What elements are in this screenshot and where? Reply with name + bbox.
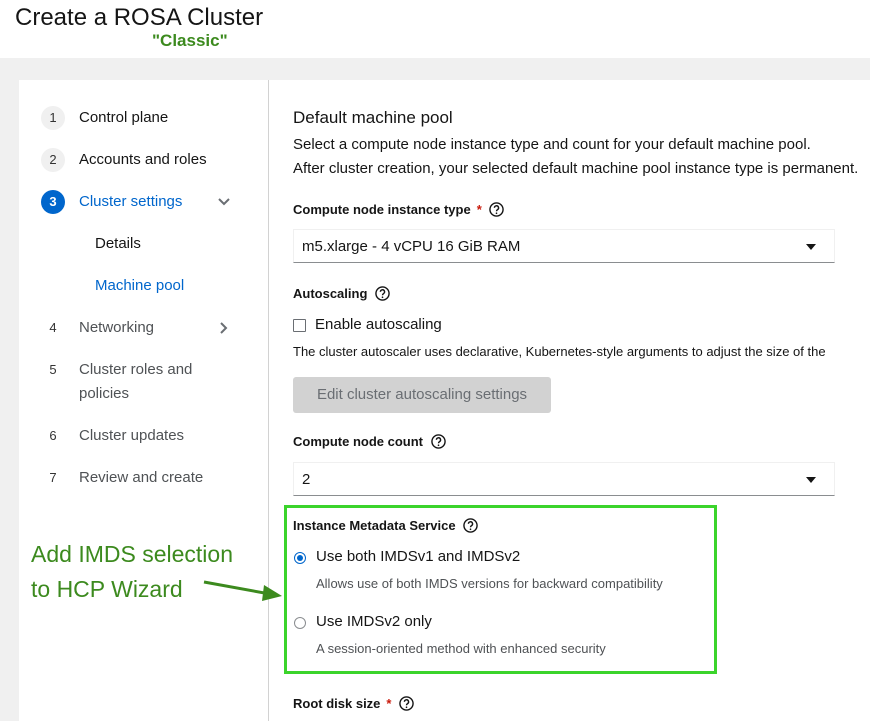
- node-count-value: 2: [302, 471, 311, 488]
- autoscaling-helper-text: The cluster autoscaler uses declarative,…: [293, 344, 826, 359]
- wizard-nav: 1 Control plane 2 Accounts and roles 3 C…: [19, 80, 269, 721]
- chevron-down-icon[interactable]: [217, 190, 231, 214]
- nav-step-label: Cluster updates: [79, 427, 185, 444]
- step-number: 7: [49, 470, 57, 485]
- caret-down-icon: [806, 477, 816, 483]
- section-description-line1: Select a compute node instance type and …: [293, 136, 811, 153]
- nav-step-label: Review and create: [79, 469, 204, 486]
- annotation-classic: "Classic": [152, 31, 228, 50]
- instance-type-select[interactable]: m5.xlarge - 4 vCPU 16 GiB RAM: [293, 229, 835, 263]
- section-heading: Default machine pool: [293, 108, 453, 127]
- instance-type-label: Compute node instance type *: [293, 202, 505, 217]
- nav-step-label: Cluster settings: [79, 193, 183, 210]
- instance-type-label-text: Compute node instance type: [293, 202, 471, 217]
- page-title: Create a ROSA Cluster: [15, 4, 264, 31]
- nav-step-label: Networking: [79, 319, 155, 336]
- nav-step-label-line2: policies: [79, 385, 130, 402]
- section-description-line2: After cluster creation, your selected de…: [293, 160, 859, 177]
- node-count-select[interactable]: 2: [293, 462, 835, 496]
- root-disk-label-text: Root disk size: [293, 696, 381, 711]
- step-number: 3: [41, 190, 65, 214]
- autoscaling-checkbox-label[interactable]: Enable autoscaling: [315, 316, 442, 333]
- nav-substep-machine-pool[interactable]: Machine pool: [95, 274, 184, 298]
- step-number: 1: [41, 106, 65, 130]
- node-count-label: Compute node count: [293, 434, 446, 449]
- chevron-right-icon[interactable]: [217, 316, 231, 340]
- help-icon[interactable]: [489, 202, 505, 217]
- nav-step-label: Cluster roles and: [79, 361, 193, 378]
- nav-step-cluster-roles-policies[interactable]: 5 Cluster roles and policies: [19, 358, 268, 406]
- autoscaling-checkbox[interactable]: [293, 319, 306, 332]
- required-marker: *: [476, 202, 482, 217]
- edit-autoscaling-button[interactable]: Edit cluster autoscaling settings: [293, 377, 551, 413]
- step-number: 5: [49, 362, 57, 377]
- annotation-line1: Add IMDS selection: [31, 541, 233, 567]
- step-number: 6: [49, 428, 57, 443]
- caret-down-icon: [806, 244, 816, 250]
- node-count-label-text: Compute node count: [293, 434, 423, 449]
- nav-step-label: Accounts and roles: [79, 151, 207, 168]
- nav-step-label: Control plane: [79, 109, 169, 126]
- required-marker: *: [386, 696, 392, 711]
- help-icon[interactable]: [399, 696, 414, 711]
- instance-type-value: m5.xlarge - 4 vCPU 16 GiB RAM: [302, 238, 521, 255]
- autoscaling-label: Autoscaling: [293, 286, 390, 301]
- nav-substep-details[interactable]: Details: [95, 232, 141, 256]
- help-icon[interactable]: [375, 286, 390, 301]
- step-number: 2: [41, 148, 65, 172]
- autoscaling-label-text: Autoscaling: [293, 286, 368, 301]
- root-disk-label: Root disk size *: [293, 696, 414, 711]
- step-number: 4: [49, 320, 57, 335]
- help-icon[interactable]: [430, 434, 446, 449]
- annotation-arrow-icon: [203, 580, 282, 601]
- annotation-highlight-box: [284, 505, 717, 674]
